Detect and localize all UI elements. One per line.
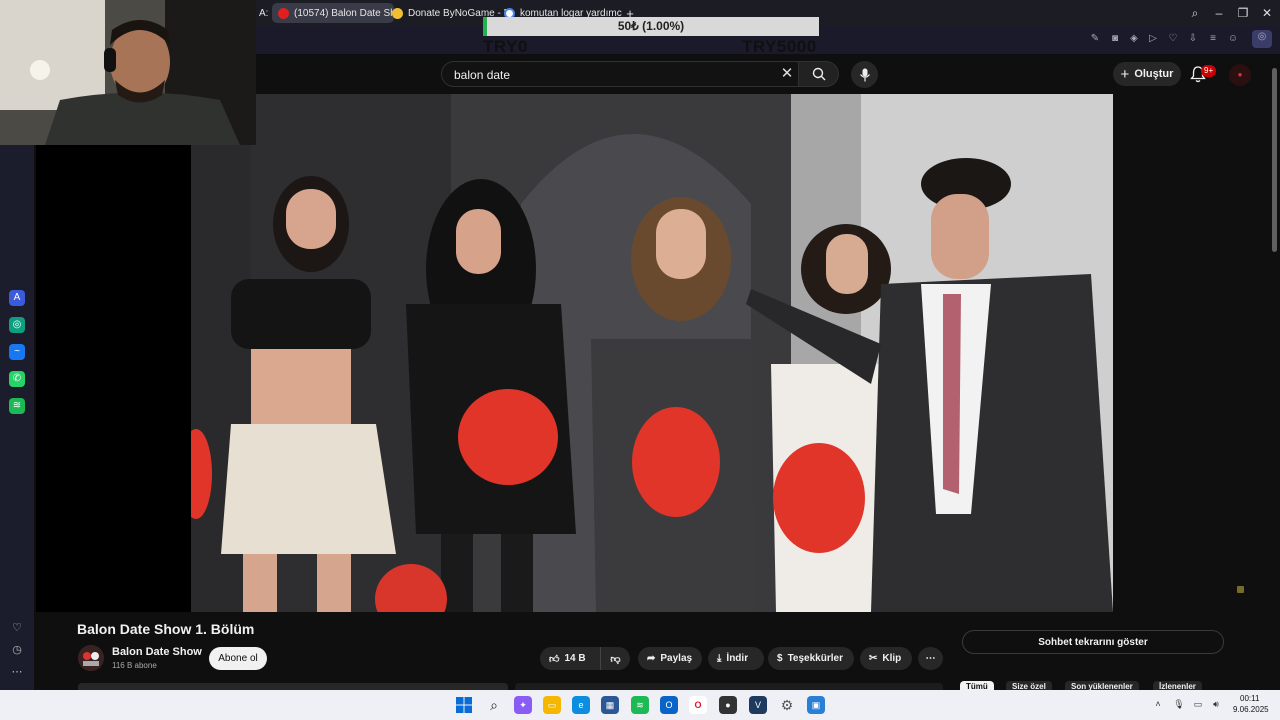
thumbs-up-icon: 👍︎: [549, 653, 560, 665]
clip-button[interactable]: ✂ Klip: [860, 647, 912, 670]
outlook-icon[interactable]: O: [660, 696, 678, 714]
copilot-icon[interactable]: ✦: [514, 696, 532, 714]
share-icon: ➦: [647, 653, 656, 664]
more-actions-button[interactable]: ⋯: [918, 647, 943, 670]
sidebar-history-icon[interactable]: ◷: [10, 643, 24, 657]
tab-search-icon[interactable]: ⌕: [1187, 5, 1203, 21]
thumbs-down-icon: 👎︎: [610, 653, 621, 665]
camera-icon[interactable]: ◙: [1108, 32, 1122, 46]
channel-avatar[interactable]: [78, 645, 104, 671]
donation-progress-bar: 50₺ (1.00%): [483, 17, 819, 36]
settings-gear-icon[interactable]: ⚙: [778, 696, 796, 714]
shield-icon[interactable]: ◈: [1127, 32, 1141, 46]
play-icon[interactable]: ▷: [1146, 32, 1160, 46]
video-scene-image: [191, 94, 1113, 612]
chip-watched[interactable]: İzlenenler: [1153, 681, 1202, 690]
minimize-icon[interactable]: –: [1211, 5, 1227, 21]
clear-search-icon[interactable]: ✕: [778, 66, 796, 82]
tray-expand-icon[interactable]: ˄: [1152, 698, 1164, 710]
scissors-icon: ✂: [869, 653, 878, 664]
sidebar-messenger-icon[interactable]: ~: [9, 344, 25, 360]
sidebar-aria-icon[interactable]: A: [9, 290, 25, 306]
chip-all[interactable]: Tümü: [960, 681, 994, 690]
dislike-button[interactable]: 👎︎: [600, 647, 630, 670]
store-icon[interactable]: ▦: [601, 696, 619, 714]
restore-icon[interactable]: ❐: [1235, 5, 1251, 21]
microphone-tray-icon[interactable]: 🎙︎: [1173, 698, 1185, 710]
taskbar-search-icon[interactable]: ⌕: [485, 696, 503, 714]
volume-icon[interactable]: 🔊︎: [1210, 698, 1222, 710]
webcam-image: [0, 0, 256, 145]
voice-search-button[interactable]: [851, 61, 878, 88]
channel-logo-icon: [78, 645, 104, 671]
opera-icon[interactable]: O: [689, 696, 707, 714]
like-button[interactable]: 👍︎ 14 B: [540, 647, 600, 670]
sidebar-spotify-icon[interactable]: ≋: [9, 398, 25, 414]
search-icon: [812, 67, 825, 81]
clock-date[interactable]: 9.06.2025: [1233, 705, 1269, 714]
channel-name[interactable]: Balon Date Show: [112, 646, 202, 658]
subscribe-button[interactable]: Abone ol: [209, 647, 267, 670]
opera-menu-icon[interactable]: ◎: [1252, 30, 1272, 48]
sidebar-more-icon[interactable]: ⋯: [10, 665, 24, 679]
file-explorer-icon[interactable]: ▭: [543, 696, 561, 714]
sidebar-favorites-icon[interactable]: ♡: [10, 621, 24, 635]
network-icon[interactable]: ▭: [1192, 698, 1204, 710]
bynogame-favicon-icon: [392, 7, 403, 19]
tab-label: A:: [259, 7, 269, 19]
plus-icon: +: [1120, 65, 1130, 83]
tab-label: (10574) Balon Date Sh: [294, 7, 394, 19]
super-thanks-icon: $: [777, 653, 783, 664]
share-button[interactable]: ➦ Paylaş: [638, 647, 702, 670]
download-button[interactable]: ⤓ İndir: [708, 647, 764, 670]
start-button[interactable]: [455, 696, 473, 714]
webcam-overlay: [0, 0, 256, 145]
description-box[interactable]: [78, 683, 508, 690]
microphone-icon: [859, 68, 870, 81]
video-title: Balon Date Show 1. Bölüm: [77, 621, 255, 637]
edge-icon[interactable]: e: [572, 696, 590, 714]
browser-sidebar: [0, 145, 34, 690]
subscriber-count: 116 B abone: [112, 661, 157, 670]
video-overlay-marker: [1237, 586, 1244, 593]
close-window-icon[interactable]: ✕: [1259, 5, 1275, 21]
donation-progress-fill: [483, 17, 487, 36]
menu-icon[interactable]: ≡: [1206, 32, 1220, 46]
comment-box[interactable]: [515, 683, 943, 690]
thanks-button[interactable]: $ Teşekkürler: [768, 647, 854, 670]
video-frame[interactable]: [191, 94, 1113, 612]
search-input[interactable]: [452, 66, 756, 84]
sidebar-whatsapp-icon[interactable]: ✆: [9, 371, 25, 387]
create-button[interactable]: + Oluştur: [1113, 62, 1181, 86]
account-avatar[interactable]: ●: [1229, 64, 1251, 86]
sidebar-chatgpt-icon[interactable]: ◎: [9, 317, 25, 333]
download-arrow-icon: ⤓: [717, 653, 722, 664]
vpn-icon[interactable]: V: [749, 696, 767, 714]
spotify-icon[interactable]: ≋: [631, 696, 649, 714]
app-icon[interactable]: ▣: [807, 696, 825, 714]
chip-recent[interactable]: Son yüklenenler: [1065, 681, 1139, 690]
download-icon[interactable]: ⇩: [1186, 32, 1200, 46]
youtube-favicon-icon: [278, 7, 289, 19]
search-button[interactable]: [799, 61, 839, 87]
tab-youtube[interactable]: (10574) Balon Date Sh: [272, 3, 394, 23]
more-horizontal-icon: ⋯: [925, 653, 936, 664]
heart-icon[interactable]: ♡: [1166, 32, 1180, 46]
scrollbar-thumb[interactable]: [1272, 68, 1277, 252]
obs-icon[interactable]: ●: [719, 696, 737, 714]
notification-count-badge: 9+: [1201, 65, 1217, 77]
profile-icon[interactable]: ☺: [1226, 32, 1240, 46]
windows-logo-icon: [456, 697, 472, 713]
chip-for-you[interactable]: Size özel: [1006, 681, 1052, 690]
show-chat-replay-button[interactable]: Sohbet tekrarını göster: [962, 630, 1224, 654]
clock-time[interactable]: 00:11: [1240, 694, 1259, 703]
edit-icon[interactable]: ✎: [1088, 32, 1102, 46]
